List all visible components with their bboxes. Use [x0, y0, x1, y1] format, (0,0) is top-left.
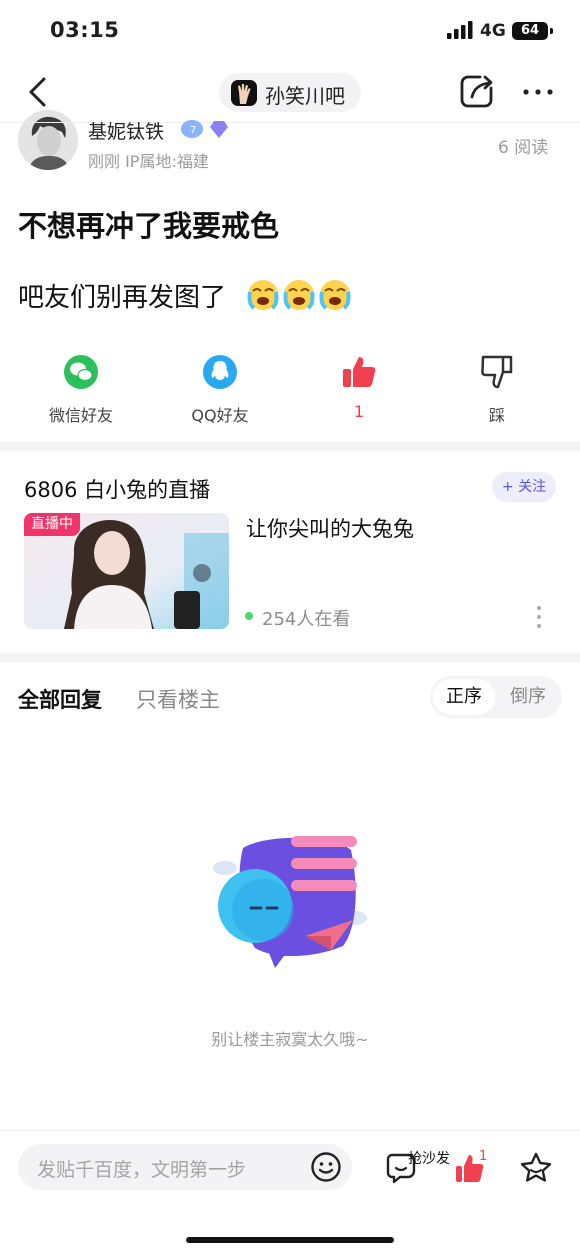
wechat-icon [64, 355, 98, 389]
dislike-button[interactable]: 踩 [447, 352, 547, 426]
more-vertical-icon[interactable] [532, 603, 546, 631]
star-icon[interactable] [519, 1151, 553, 1185]
thumbs-down-icon [481, 355, 513, 389]
status-time: 03:15 [50, 18, 120, 42]
back-icon[interactable] [24, 74, 54, 110]
network-label: 4G [480, 21, 506, 41]
forum-avatar [231, 80, 257, 106]
section-separator [0, 442, 580, 451]
svg-text:7: 7 [190, 125, 196, 136]
live-status-dot [245, 612, 253, 620]
sort-ascending-button[interactable]: 正序 [433, 679, 495, 715]
signal-icon [447, 21, 473, 39]
home-indicator [186, 1237, 394, 1243]
post-meta: 刚刚 IP属地:福建 [88, 152, 209, 171]
empty-state-text: 别让楼主寂寞太久哦~ [211, 1030, 369, 1049]
crying-emoji-icons [247, 280, 351, 310]
author-name[interactable]: 基妮钛铁 [88, 117, 164, 144]
reply-input-placeholder: 发贴千百度，文明第一步 [37, 1159, 247, 1181]
sort-descending-button[interactable]: 倒序 [498, 679, 558, 715]
live-title[interactable]: 6806 白小兔的直播 [24, 474, 210, 504]
author-avatar[interactable] [18, 110, 78, 170]
bottom-like-count: 1 [479, 1149, 488, 1164]
emoji-icon[interactable] [310, 1151, 342, 1183]
share-qq-label: QQ好友 [191, 406, 249, 425]
like-button[interactable]: 1 [309, 352, 409, 421]
qq-icon [203, 355, 237, 389]
sofa-label: 抢沙发 [408, 1151, 450, 1167]
live-badge: 直播中 [24, 513, 80, 536]
bottom-divider [0, 1130, 580, 1131]
like-count: 1 [353, 402, 365, 421]
avatar-portrait [18, 110, 78, 170]
post-body: 吧友们别再发图了 [18, 283, 227, 313]
thumbs-up-icon [343, 357, 376, 387]
share-wechat-button[interactable]: 微信好友 [31, 352, 131, 426]
crying-emoji-icon [247, 280, 279, 310]
hand-icon [238, 84, 251, 104]
level-badge-icon: 7 [181, 120, 228, 138]
section-separator [0, 653, 580, 662]
share-icon[interactable] [458, 72, 496, 110]
tab-all-replies[interactable]: 全部回复 [18, 684, 102, 714]
more-icon[interactable] [520, 78, 556, 106]
battery-tip [550, 28, 553, 34]
empty-state-illustration [213, 836, 367, 968]
nav-divider [0, 122, 580, 123]
live-viewers: 254人在看 [262, 609, 351, 630]
share-wechat-label: 微信好友 [48, 406, 113, 425]
read-count: 6 阅读 [498, 138, 549, 158]
forum-name[interactable]: 孙笑川吧 [265, 80, 345, 109]
follow-button[interactable]: + 关注 [492, 472, 556, 502]
live-subtitle[interactable]: 让你尖叫的大兔兔 [246, 513, 414, 543]
post-title: 不想再冲了我要戒色 [18, 209, 280, 243]
tab-host-only[interactable]: 只看楼主 [136, 684, 220, 714]
dislike-label: 踩 [488, 406, 505, 425]
share-qq-button[interactable]: QQ好友 [170, 352, 270, 426]
battery-indicator: 64 [512, 22, 548, 40]
